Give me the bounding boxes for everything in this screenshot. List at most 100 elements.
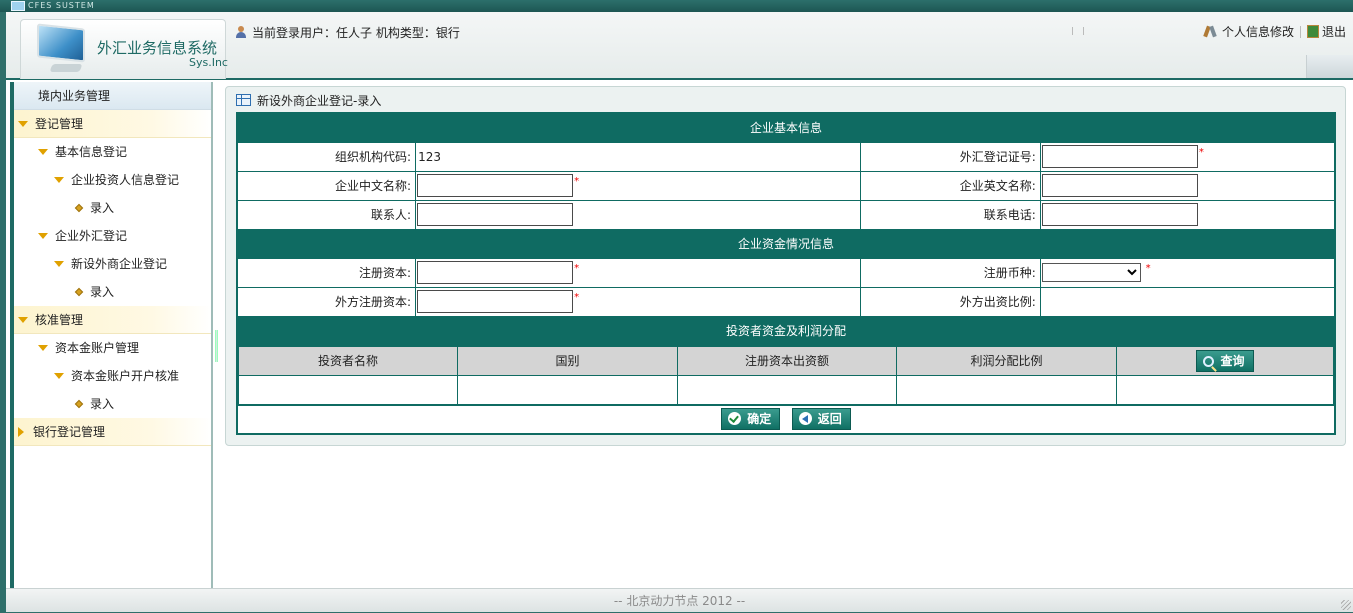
sidebar-item[interactable]: 核准管理 [14,306,211,334]
sidebar-item[interactable]: 登记管理 [14,110,211,138]
sidebar-item[interactable]: 录入 [14,278,211,306]
sidebar-item-label: 新设外商企业登记 [71,257,168,271]
fx-cert-label: 外汇登记证号: [860,141,1041,172]
footer: -- 北京动力节点 2012 -- [6,588,1353,612]
sidebar-item[interactable]: 新设外商企业登记 [14,250,211,278]
sidebar-item-label: 资本金账户管理 [55,341,140,355]
table-cell [1116,374,1334,405]
required-mark: * [574,292,580,303]
reg-capital-input[interactable] [417,261,574,284]
required-mark: * [574,263,580,274]
registration-form: 企业基本信息 组织机构代码: 123 外汇登记证号: * 企业中文名称: * 企… [236,112,1336,435]
content-panel: 新设外商企业登记-录入 企业基本信息 组织机构代码: 123 外汇登记证号: *… [225,86,1346,446]
sidebar-item[interactable]: 基本信息登记 [14,138,211,166]
caret-down-icon [38,233,48,239]
sidebar-item-label: 录入 [90,397,115,411]
back-arrow-icon [798,412,812,426]
required-mark: * [574,176,580,187]
currency-select[interactable] [1041,263,1141,282]
caret-down-icon [18,121,28,127]
caret-down-icon [54,261,64,267]
sidebar-item[interactable]: 录入 [14,194,211,222]
panel-title: 新设外商企业登记-录入 [236,92,381,110]
table-icon [236,94,251,106]
sidebar-item-label: 企业外汇登记 [55,229,128,243]
currency-label: 注册币种: [860,257,1041,288]
org-code-label: 组织机构代码: [236,141,417,172]
en-name-input[interactable] [1041,174,1198,197]
profile-edit-link[interactable]: 个人信息修改 [1222,25,1294,39]
phone-label: 联系电话: [860,199,1041,230]
sidebar-item-label: 资本金账户开户核准 [71,369,180,383]
footer-text: -- 北京动力节点 2012 -- [613,594,746,608]
back-button[interactable]: 返回 [791,408,851,431]
caret-down-icon [18,317,28,323]
cn-name-input[interactable] [417,174,574,197]
sidebar-item[interactable]: 录入 [14,390,211,418]
confirm-button[interactable]: 确定 [721,408,781,431]
form-row: 组织机构代码: 123 外汇登记证号: * [236,141,1336,172]
logo-area: 外汇业务信息系统 Sys.Inc [20,19,228,79]
search-icon [1203,355,1215,367]
panel-title-text: 新设外商企业登记-录入 [257,94,382,108]
back-button-label: 返回 [817,412,842,427]
sidebar-item-label: 基本信息登记 [55,145,128,159]
sidebar: 境内业务管理 登记管理 基本信息登记 企业投资人信息登记 录入 企业外汇登记 新设外商企业… [10,82,213,588]
phone-input[interactable] [1041,203,1198,226]
check-icon [728,412,742,426]
section-header-row: 企业资金情况信息 [236,228,1336,259]
investor-table: 投资者名称 国别 注册资本出资额 利润分配比例 查询 [238,345,1334,405]
confirm-button-label: 确定 [747,412,772,427]
org-code-value: 123 [415,141,862,172]
sidebar-item-label: 录入 [90,285,115,299]
diamond-bullet-icon [74,399,84,409]
caret-right-icon [18,427,24,437]
caret-down-icon [38,149,48,155]
fx-cert-input[interactable] [1041,145,1198,168]
window-titlebar: CFES SUSTEM [0,0,1353,12]
investor-table-wrapper: 投资者名称 国别 注册资本出资额 利润分配比例 查询 [237,345,1335,405]
table-cell [457,374,678,405]
caret-down-icon [38,345,48,351]
form-row: 外方注册资本: * 外方出资比例: [236,286,1336,317]
sidebar-item-label: 录入 [90,201,115,215]
table-cell [896,374,1117,405]
investor-header-row: 投资者名称 国别 注册资本出资额 利润分配比例 查询 [238,345,1334,376]
form-row: 联系人: 联系电话: [236,199,1336,230]
sidebar-item[interactable]: 资本金账户开户核准 [14,362,211,390]
sidebar-item[interactable]: 企业投资人信息登记 [14,166,211,194]
foreign-ratio-value [1039,286,1336,317]
top-links: 个人信息修改 退出 [1204,23,1346,40]
query-button[interactable]: 查询 [1196,349,1254,372]
table-cell [677,374,897,405]
section-header-row: 投资者资金及利润分配 [236,315,1336,346]
required-mark: * [1198,147,1204,158]
contact-input[interactable] [417,203,574,226]
exit-door-icon [1307,25,1320,38]
col-registered-contribution: 注册资本出资额 [677,345,897,376]
monitor-logo-icon [35,23,93,78]
foreign-capital-input[interactable] [417,290,574,313]
query-button-label: 查询 [1220,353,1245,368]
logout-link[interactable]: 退出 [1322,25,1346,39]
table-row [238,374,1334,405]
header-right-tab [1306,55,1353,78]
sidebar-item[interactable]: 资本金账户管理 [14,334,211,362]
col-action: 查询 [1116,345,1334,376]
foreign-ratio-label: 外方出资比例: [860,286,1041,317]
section-header-row: 企业基本信息 [236,112,1336,143]
app-frame: 外汇业务信息系统 Sys.Inc 当前登录用户：任人子 机构类型：银行 个人信息… [6,12,1353,612]
resize-grip-icon[interactable] [1341,600,1351,610]
sidebar-nav: 登记管理 基本信息登记 企业投资人信息登记 录入 企业外汇登记 新设外商企业登记 录入 核准管… [14,110,211,446]
sidebar-header[interactable]: 境内业务管理 [14,82,211,110]
col-profit-ratio: 利润分配比例 [896,345,1117,376]
sidebar-splitter-handle[interactable] [215,330,218,362]
form-row: 注册资本: * 注册币种: * [236,257,1336,288]
tools-icon [1204,25,1217,38]
required-mark: * [1145,263,1151,274]
reg-capital-label: 注册资本: [236,257,417,288]
sidebar-item[interactable]: 企业外汇登记 [14,222,211,250]
link-separator [1300,26,1302,38]
table-cell [238,374,458,405]
sidebar-item[interactable]: 银行登记管理 [14,418,211,446]
